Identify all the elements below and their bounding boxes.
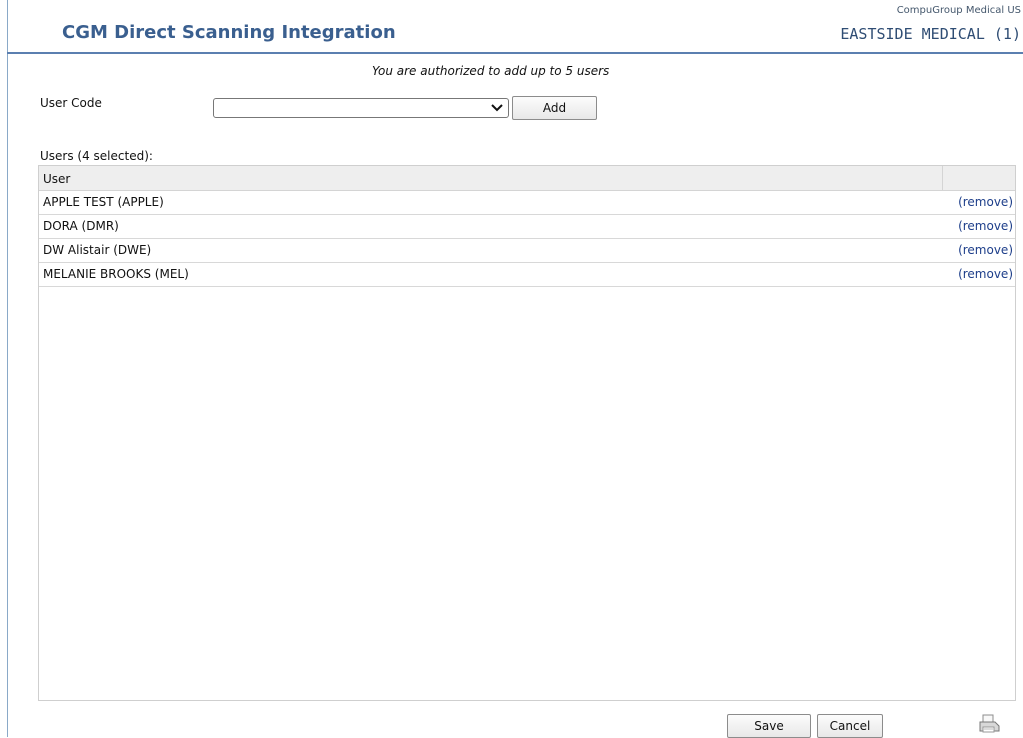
header-bar: CGM Direct Scanning Integration CompuGro… [7,0,1023,54]
chevron-down-icon [491,104,503,112]
user-column-header: User [43,172,71,186]
users-selected-count: Users (4 selected): [40,149,153,163]
user-code-select[interactable] [213,98,509,118]
users-table: User APPLE TEST (APPLE) (remove) DORA (D… [38,165,1016,701]
user-name: DORA (DMR) [43,219,119,233]
company-name: CompuGroup Medical US [896,5,1021,16]
user-name: APPLE TEST (APPLE) [43,195,164,209]
user-name: MELANIE BROOKS (MEL) [43,267,189,281]
column-divider [942,166,943,190]
remove-user-link[interactable]: (remove) [958,243,1013,257]
remove-user-link[interactable]: (remove) [958,195,1013,209]
table-row: APPLE TEST (APPLE) (remove) [39,191,1015,215]
practice-name: EASTSIDE MEDICAL (1) [840,25,1021,43]
authorization-message: You are authorized to add up to 5 users [372,64,610,78]
remove-user-link[interactable]: (remove) [958,219,1013,233]
cancel-button[interactable]: Cancel [817,714,883,738]
add-button[interactable]: Add [512,96,597,120]
app-title: CGM Direct Scanning Integration [62,22,396,43]
save-button[interactable]: Save [727,714,811,738]
users-table-header: User [39,166,1015,191]
user-name: DW Alistair (DWE) [43,243,152,257]
table-row: DW Alistair (DWE) (remove) [39,239,1015,263]
table-row: DORA (DMR) (remove) [39,215,1015,239]
table-row: MELANIE BROOKS (MEL) (remove) [39,263,1015,287]
user-code-label: User Code [40,96,102,110]
remove-user-link[interactable]: (remove) [958,267,1013,281]
printer-icon[interactable] [977,714,1001,734]
